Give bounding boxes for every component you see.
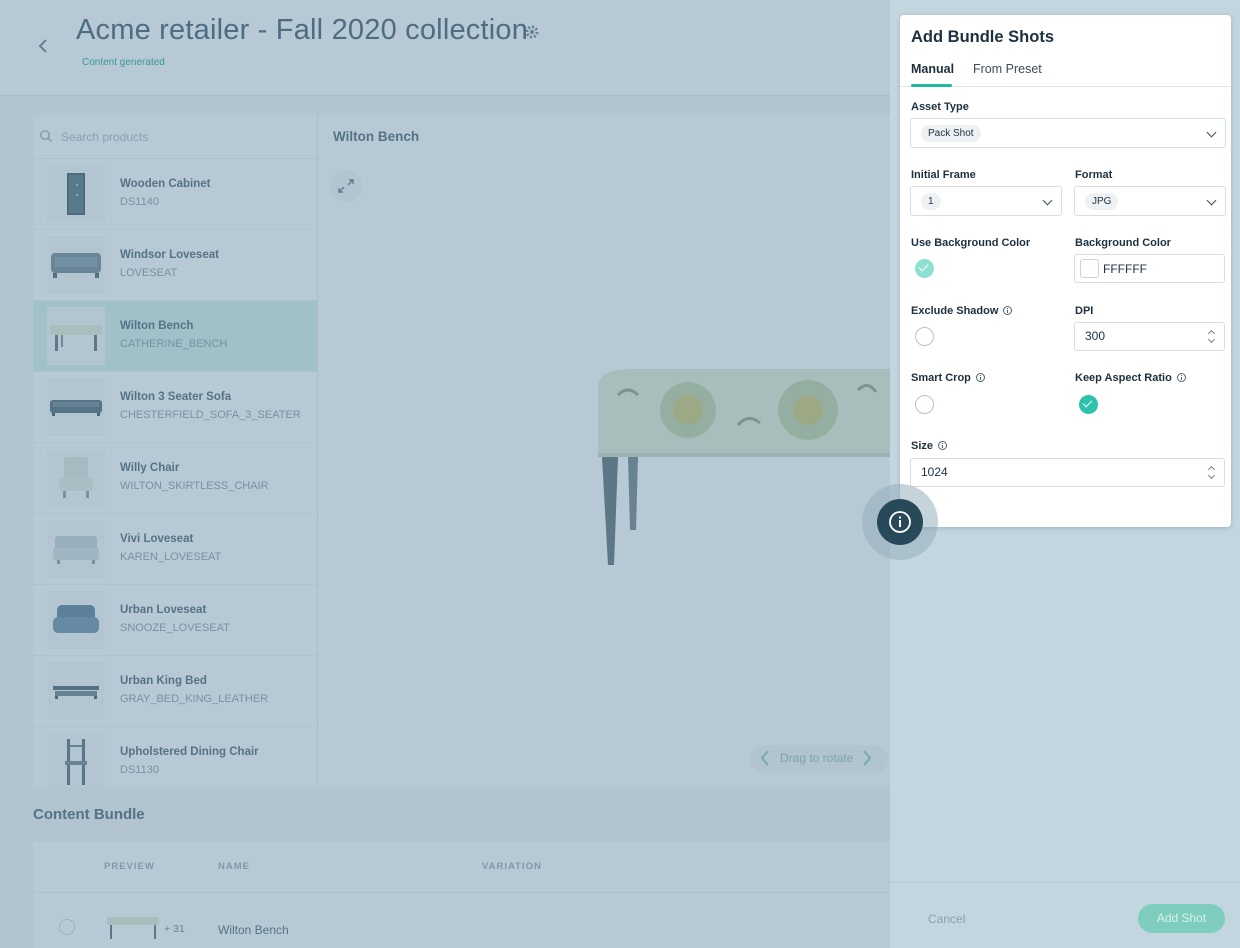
tab-bar: Manual From Preset <box>900 57 1231 87</box>
dpi-value[interactable] <box>1085 329 1185 343</box>
chevron-down-icon <box>1206 195 1217 206</box>
format-label: Format <box>1075 169 1113 181</box>
bg-color-value: FFFFFF <box>1103 262 1147 276</box>
initial-frame-value: 1 <box>921 193 941 210</box>
info-icon[interactable] <box>938 440 948 450</box>
color-swatch[interactable] <box>1080 259 1099 278</box>
active-tab-indicator <box>911 84 952 87</box>
stepper-icon[interactable] <box>1208 331 1215 343</box>
use-bg-color-label: Use Background Color <box>911 237 1031 249</box>
info-icon[interactable] <box>1003 305 1013 315</box>
smart-crop-checkbox[interactable] <box>915 395 934 414</box>
keep-aspect-label: Keep Aspect Ratio <box>1075 372 1186 384</box>
size-value[interactable] <box>921 465 1021 479</box>
bg-color-label: Background Color <box>1075 237 1171 249</box>
add-shot-form: Add Bundle Shots Manual From Preset Asse… <box>900 15 1231 527</box>
format-select[interactable]: JPG <box>1074 186 1226 216</box>
exclude-shadow-checkbox[interactable] <box>915 327 934 346</box>
tab-manual[interactable]: Manual <box>911 62 954 76</box>
keep-aspect-checkbox[interactable] <box>1079 395 1098 414</box>
asset-type-value: Pack Shot <box>921 125 981 142</box>
format-value: JPG <box>1085 193 1119 210</box>
bg-color-field[interactable]: FFFFFF <box>1074 254 1225 283</box>
use-bg-color-checkbox[interactable] <box>915 259 934 278</box>
stepper-icon[interactable] <box>1208 467 1215 479</box>
chevron-down-icon <box>1042 195 1053 206</box>
info-icon[interactable] <box>877 499 923 545</box>
size-text: Size <box>911 440 934 452</box>
chevron-down-icon <box>1206 127 1217 138</box>
info-icon[interactable] <box>975 372 985 382</box>
keep-aspect-text: Keep Aspect Ratio <box>1075 372 1172 384</box>
initial-frame-label: Initial Frame <box>911 169 976 181</box>
exclude-shadow-label: Exclude Shadow <box>911 305 1013 317</box>
asset-type-label: Asset Type <box>911 101 969 113</box>
exclude-shadow-text: Exclude Shadow <box>911 305 999 317</box>
asset-type-select[interactable]: Pack Shot <box>910 118 1226 148</box>
size-label: Size <box>911 440 948 452</box>
add-shot-button[interactable]: Add Shot <box>1138 904 1225 933</box>
smart-crop-text: Smart Crop <box>911 372 971 384</box>
info-icon[interactable] <box>1176 372 1186 382</box>
add-bundle-shots-drawer: Add Bundle Shots Manual From Preset Asse… <box>890 0 1240 948</box>
drawer-title: Add Bundle Shots <box>911 28 1054 46</box>
smart-crop-label: Smart Crop <box>911 372 985 384</box>
dpi-label: DPI <box>1075 305 1094 317</box>
drawer-footer: Cancel Add Shot <box>890 882 1240 948</box>
dpi-input[interactable] <box>1074 322 1225 351</box>
size-input[interactable] <box>910 458 1225 487</box>
cancel-button[interactable]: Cancel <box>928 912 965 926</box>
initial-frame-select[interactable]: 1 <box>910 186 1062 216</box>
tab-from-preset[interactable]: From Preset <box>973 62 1042 76</box>
